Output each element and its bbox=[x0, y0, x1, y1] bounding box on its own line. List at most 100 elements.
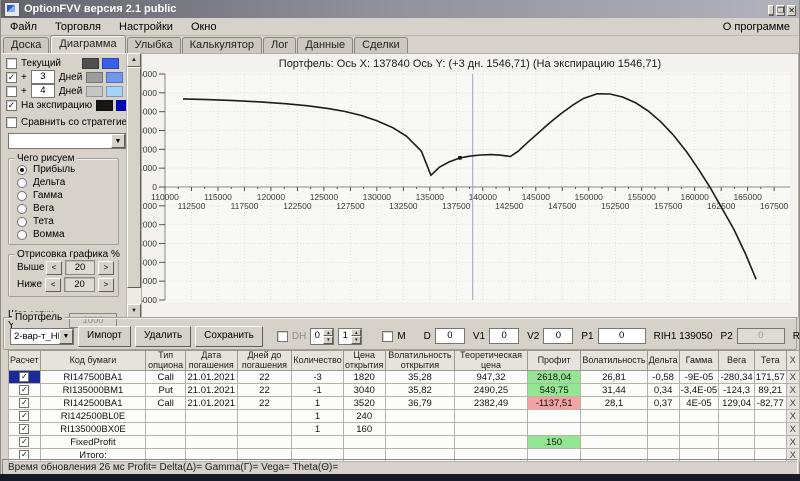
spin-up-icon[interactable]: ▲ bbox=[323, 328, 334, 336]
tab-log[interactable]: Лог bbox=[263, 37, 297, 53]
menu-item-settings[interactable]: Настройки bbox=[110, 20, 182, 34]
y-tick-label: 4000 bbox=[142, 107, 157, 117]
profit-chart[interactable]: -6000 -5000 -4000 -3000 -2000 -1000 0 1000 2000 3… bbox=[142, 54, 800, 317]
calc-checkbox-cell[interactable]: ✓ bbox=[8, 383, 41, 398]
row-delete-button[interactable]: X bbox=[785, 396, 800, 411]
range-above-decrease-button[interactable]: < bbox=[46, 260, 62, 275]
plus4-days-input[interactable]: 4 bbox=[30, 84, 55, 98]
radio-delta[interactable] bbox=[17, 177, 27, 188]
calc-checkbox-cell[interactable]: ✓ bbox=[8, 409, 41, 424]
plus3-checkbox[interactable]: ✓ bbox=[6, 71, 17, 83]
x-tick-label: 145000 bbox=[522, 192, 551, 202]
tab-data[interactable]: Данные bbox=[297, 37, 354, 53]
range-below-decrease-button[interactable]: < bbox=[45, 277, 62, 292]
radio-row-profit[interactable]: Прибыль bbox=[17, 163, 114, 176]
import-button[interactable]: Импорт bbox=[78, 325, 131, 347]
range-below-increase-button[interactable]: > bbox=[98, 277, 114, 292]
row-checkbox[interactable]: ✓ bbox=[19, 385, 30, 396]
plus3-fill-color-swatch[interactable] bbox=[106, 71, 124, 83]
plus4-line-color-swatch[interactable] bbox=[86, 85, 104, 97]
radio-row-delta[interactable]: Дельта bbox=[17, 176, 114, 189]
portfolio-select[interactable]: 2-вар-т_НН ▼ bbox=[10, 327, 74, 345]
title-bar: OptionFVV версия 2.1 public _ ❐ ✕ bbox=[1, 0, 799, 18]
menu-item-about[interactable]: О программе bbox=[714, 20, 799, 34]
chevron-down-icon[interactable]: ▼ bbox=[59, 328, 73, 344]
radio-label-gamma: Гамма bbox=[33, 190, 63, 201]
compare-strategy-checkbox[interactable] bbox=[6, 116, 17, 128]
radio-vomma[interactable] bbox=[17, 229, 27, 240]
p1-input[interactable]: 0 bbox=[597, 328, 646, 344]
column-header: Волатильность открытия bbox=[384, 349, 456, 372]
delete-button[interactable]: Удалить bbox=[134, 325, 192, 347]
spin-up-icon[interactable]: ▲ bbox=[351, 328, 362, 336]
calc-checkbox-cell[interactable]: ✓ bbox=[8, 370, 41, 385]
plus4-fill-color-swatch[interactable] bbox=[106, 85, 124, 97]
radio-theta[interactable] bbox=[17, 216, 27, 227]
expiration-checkbox[interactable]: ✓ bbox=[6, 99, 17, 111]
cell bbox=[753, 409, 787, 424]
row-delete-button[interactable]: X bbox=[785, 383, 800, 398]
spin-down-icon[interactable]: ▼ bbox=[351, 336, 362, 344]
sidebar-scrollbar[interactable]: ▲ ▼ bbox=[126, 53, 141, 318]
maximize-button[interactable]: ❐ bbox=[776, 5, 786, 16]
close-button[interactable]: ✕ bbox=[787, 5, 796, 16]
row-checkbox[interactable]: ✓ bbox=[19, 437, 30, 448]
v2-input[interactable]: 0 bbox=[543, 328, 574, 344]
tab-calculator[interactable]: Калькулятор bbox=[181, 37, 263, 53]
radio-row-vega[interactable]: Вега bbox=[17, 202, 114, 215]
calc-checkbox-cell[interactable]: ✓ bbox=[8, 435, 41, 450]
spin-down-icon[interactable]: ▼ bbox=[323, 336, 334, 344]
tab-deals[interactable]: Сделки bbox=[354, 37, 408, 53]
tab-diagram[interactable]: Диаграмма bbox=[50, 35, 126, 53]
strategy-select[interactable]: ▼ bbox=[8, 133, 126, 149]
dh-spinner-1[interactable]: 0 ▲ ▼ bbox=[310, 327, 335, 345]
column-header: Тип опциона bbox=[145, 349, 186, 372]
row-delete-button[interactable]: X bbox=[785, 370, 800, 385]
row-checkbox[interactable]: ✓ bbox=[19, 411, 30, 422]
d-input[interactable]: 0 bbox=[434, 328, 465, 344]
plus3-days-input[interactable]: 3 bbox=[30, 70, 55, 84]
menu-item-file[interactable]: Файл bbox=[1, 20, 46, 34]
current-line-color-swatch[interactable] bbox=[82, 57, 99, 69]
expiration-line-color-swatch[interactable] bbox=[96, 99, 114, 111]
radio-gamma[interactable] bbox=[17, 190, 27, 201]
menu-item-window[interactable]: Окно bbox=[182, 20, 226, 34]
radio-row-gamma[interactable]: Гамма bbox=[17, 189, 114, 202]
column-header: Вега bbox=[718, 349, 755, 372]
row-delete-button[interactable]: X bbox=[785, 409, 800, 424]
calc-checkbox-cell[interactable]: ✓ bbox=[8, 422, 41, 437]
radio-row-theta[interactable]: Тета bbox=[17, 215, 114, 228]
radio-profit[interactable] bbox=[17, 164, 27, 175]
row-delete-button[interactable]: X bbox=[785, 422, 800, 437]
x-tick-label: 150000 bbox=[575, 192, 604, 202]
range-above-increase-button[interactable]: > bbox=[98, 260, 114, 275]
status-text: Время обновления 26 мс Profit= Delta(Δ)=… bbox=[8, 461, 339, 473]
minimize-button[interactable]: _ bbox=[767, 5, 775, 16]
m-checkbox[interactable] bbox=[382, 330, 394, 342]
current-checkbox[interactable] bbox=[6, 57, 17, 69]
cell bbox=[145, 422, 186, 437]
y-tick-label: -2000 bbox=[142, 220, 157, 230]
v1-input[interactable]: 0 bbox=[489, 328, 520, 344]
row-delete-button[interactable]: X bbox=[785, 435, 800, 450]
calc-checkbox-cell[interactable]: ✓ bbox=[8, 396, 41, 411]
save-button[interactable]: Сохранить bbox=[195, 325, 263, 347]
dh-checkbox[interactable] bbox=[276, 330, 288, 342]
dh-spinner-2[interactable]: 1 ▲ ▼ bbox=[338, 327, 363, 345]
tab-board[interactable]: Доска bbox=[3, 37, 50, 53]
plus3-line-color-swatch[interactable] bbox=[86, 71, 104, 83]
scrollbar-thumb[interactable] bbox=[127, 67, 141, 288]
plus4-checkbox[interactable] bbox=[6, 85, 17, 97]
chevron-down-icon[interactable]: ▼ bbox=[111, 134, 125, 148]
menu-item-trade[interactable]: Торговля bbox=[46, 20, 110, 34]
tab-smile[interactable]: Улыбка bbox=[126, 37, 181, 53]
row-checkbox[interactable]: ✓ bbox=[19, 424, 30, 435]
scroll-down-icon[interactable]: ▼ bbox=[127, 304, 141, 318]
row-checkbox[interactable]: ✓ bbox=[19, 372, 30, 383]
radio-row-vomma[interactable]: Вомма bbox=[17, 228, 114, 241]
scroll-up-icon[interactable]: ▲ bbox=[127, 53, 141, 67]
row-checkbox[interactable]: ✓ bbox=[19, 398, 30, 409]
radio-vega[interactable] bbox=[17, 203, 27, 214]
cell: 1 bbox=[291, 396, 344, 411]
current-fill-color-swatch[interactable] bbox=[102, 57, 119, 69]
